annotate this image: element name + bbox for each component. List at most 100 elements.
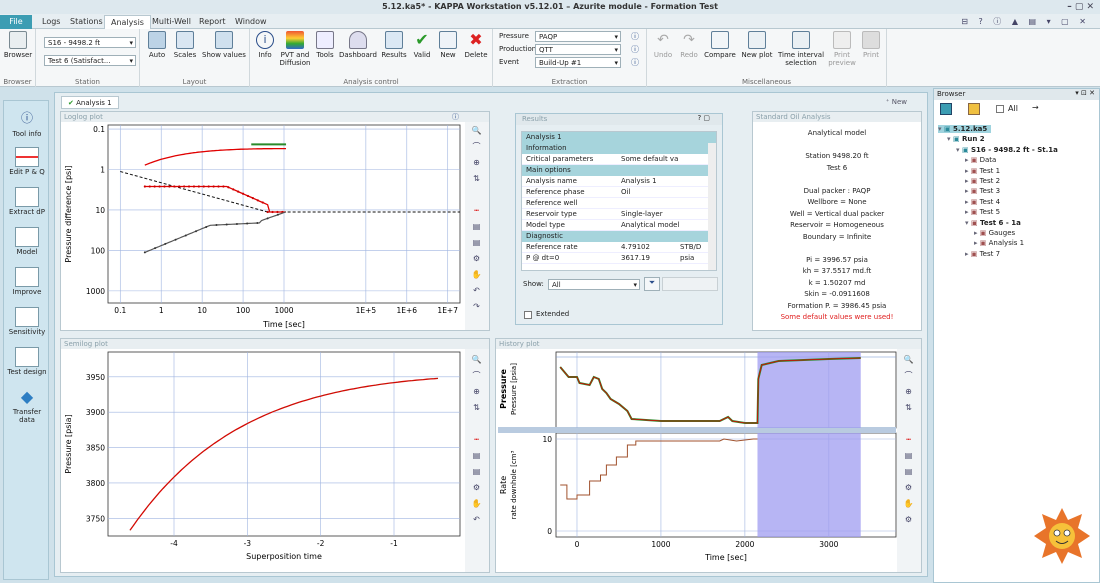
undo-button[interactable]: ↶ Undo [651,31,675,59]
results-section-header[interactable]: Main options [522,165,708,176]
results-row[interactable]: Reference well [522,198,708,209]
tab-report[interactable]: Report [193,15,232,29]
zoom-in-icon[interactable]: ⊕ [471,158,482,167]
browser-tree-item[interactable]: ▸ ▣ Gauges [974,229,1015,237]
tool-icon[interactable]: ⚙ [471,483,482,492]
results-row[interactable]: Critical parameters Some default values w… [522,154,708,165]
layout-icon[interactable]: ▤ [471,451,482,460]
edit-pq-button[interactable]: Edit P & Q [4,147,50,176]
results-button[interactable]: Results [380,31,408,59]
tab-logs[interactable]: Logs [36,15,66,29]
zoom-out-icon[interactable]: 🔍 [471,126,482,135]
browser-tree-item[interactable]: ▸ ▣ Test 2 [965,177,1000,185]
tab-analysis[interactable]: Analysis [104,15,151,29]
tab-file[interactable]: File [0,15,32,29]
results-section-header[interactable]: Diagnostic [522,231,708,242]
redo-button[interactable]: ↷ Redo [677,31,701,59]
time-interval-button[interactable]: Time interval selection [777,31,825,67]
info-icon-pressure[interactable]: ⓘ [631,31,639,42]
undo-icon[interactable]: ↶ [471,515,482,524]
cursor-icon[interactable]: ⇅ [471,174,482,183]
gear-icon[interactable]: ⚙ [903,515,914,524]
cursor-icon[interactable]: ⇅ [471,403,482,412]
markers-icon[interactable]: ┅ [903,435,914,444]
zoom-in-icon[interactable]: ⊕ [471,387,482,396]
results-grid[interactable]: Analysis 1 Information Critical parameter… [521,131,717,271]
pressure-select[interactable]: PAQP [535,31,621,42]
pan-icon[interactable]: ⌒ [471,142,482,151]
window-controls[interactable]: – ▢ ✕ [1067,0,1094,14]
browser-tree-item[interactable]: ▸ ▣ Test 4 [965,198,1000,206]
browser-tree-item[interactable]: ▸ ▣ Test 7 [965,250,1000,258]
zoom-in-icon[interactable]: ⊕ [903,387,914,396]
history-chart[interactable]: 0 1000 2000 3000 10 0 Time [sec] Pressure Pre… [496,349,899,572]
zoom-out-icon[interactable]: 🔍 [471,355,482,364]
transfer-data-button[interactable]: ◆ Transfer data [4,387,50,424]
redo-icon[interactable]: ↷ [471,302,482,311]
show-select[interactable]: All [548,279,640,290]
test-design-button[interactable]: Test design [4,347,50,376]
markers-icon[interactable]: ┅ [471,435,482,444]
new-plot-button[interactable]: New plot [739,31,775,59]
hand-icon[interactable]: ✋ [903,499,914,508]
markers-icon[interactable]: ┅ [471,206,482,215]
results-row[interactable]: Model type Analytical model [522,220,708,231]
tools-button[interactable]: Tools [314,31,336,59]
info-button[interactable]: i Info [254,31,276,59]
browser-tree-item[interactable]: ▸ ▣ Data [965,156,996,164]
browser-tree-item[interactable]: ▸ ▣ Analysis 1 [974,239,1024,247]
auto-button[interactable]: Auto [146,31,168,59]
scales-button[interactable]: Scales [172,31,198,59]
dashboard-button[interactable]: Dashboard [338,31,378,59]
arrow-right-icon[interactable]: → [1032,103,1039,112]
results-row[interactable]: P @ dt=0 3617.19 psia [522,253,708,264]
show-values-button[interactable]: Show values [200,31,248,59]
pin-icon[interactable]: ▾ ⊡ ✕ [1075,89,1095,97]
results-section-header[interactable]: Information [522,143,708,154]
undo-icon[interactable]: ↶ [471,286,482,295]
layout-icon[interactable]: ▤ [471,222,482,231]
extract-dp-button[interactable]: Extract dP [4,187,50,216]
time-interval-selection[interactable] [757,352,861,428]
results-row[interactable]: Reference phase Oil [522,187,708,198]
cursor-icon[interactable]: ⇅ [903,403,914,412]
print-icon[interactable]: ▤ [471,467,482,476]
tab-stations[interactable]: Stations [64,15,109,29]
pan-icon[interactable]: ⌒ [903,371,914,380]
hand-icon[interactable]: ✋ [471,270,482,279]
print-preview-button[interactable]: Print preview [827,31,857,67]
model-button[interactable]: Model [4,227,50,256]
print-button[interactable]: Print [859,31,883,59]
help-icon[interactable]: ? ▢ [697,114,710,122]
analysis-tab[interactable]: ✔ Analysis 1 [61,96,119,109]
help-icon[interactable]: ⓘ [452,112,459,122]
collapse-all-icon[interactable] [940,103,952,115]
compare-button[interactable]: Compare [703,31,737,59]
tool-icon[interactable]: ⚙ [471,254,482,263]
semilog-chart[interactable]: -4 -3 -2 -1 3950 3900 3850 3800 3750 Superpositi… [61,349,467,572]
loglog-chart[interactable]: 0.1 1 10 100 1000 1E+5 1E+6 1E+7 0.1 1 10 100 1000 T… [61,122,467,330]
filter-icon[interactable]: ⏷ [644,277,660,291]
valid-button[interactable]: ✔ Valid [410,31,434,60]
production-select[interactable]: QTT [535,44,621,55]
browser-tree-item[interactable]: ▾ ▣ S16 - 9498.2 ft - St.1a [956,146,1058,154]
time-interval-selection-rate[interactable] [757,433,861,537]
extended-checkbox[interactable] [524,311,532,319]
tab-multi-well[interactable]: Multi-Well [146,15,197,29]
tab-window[interactable]: Window [229,15,273,29]
tool-icon[interactable]: ⚙ [903,483,914,492]
event-select[interactable]: Build-Up #1 [535,57,621,68]
browser-tree-item[interactable]: ▸ ▣ Test 1 [965,167,1000,175]
test-select[interactable]: Test 6 (Satisfact... [44,55,136,66]
browser-tree-item[interactable]: ▸ ▣ Test 5 [965,208,1000,216]
browser-button[interactable]: Browser [3,31,33,59]
info-icon-event[interactable]: ⓘ [631,57,639,68]
results-row[interactable]: Reference rate 4.79102 STB/D [522,242,708,253]
new-button[interactable]: New [436,31,460,59]
print-icon[interactable]: ▤ [471,238,482,247]
all-checkbox[interactable] [996,105,1004,113]
results-scrollbar[interactable] [708,143,716,270]
hand-icon[interactable]: ✋ [471,499,482,508]
info-icon-production[interactable]: ⓘ [631,44,639,55]
station-select[interactable]: S16 - 9498.2 ft [44,37,136,48]
